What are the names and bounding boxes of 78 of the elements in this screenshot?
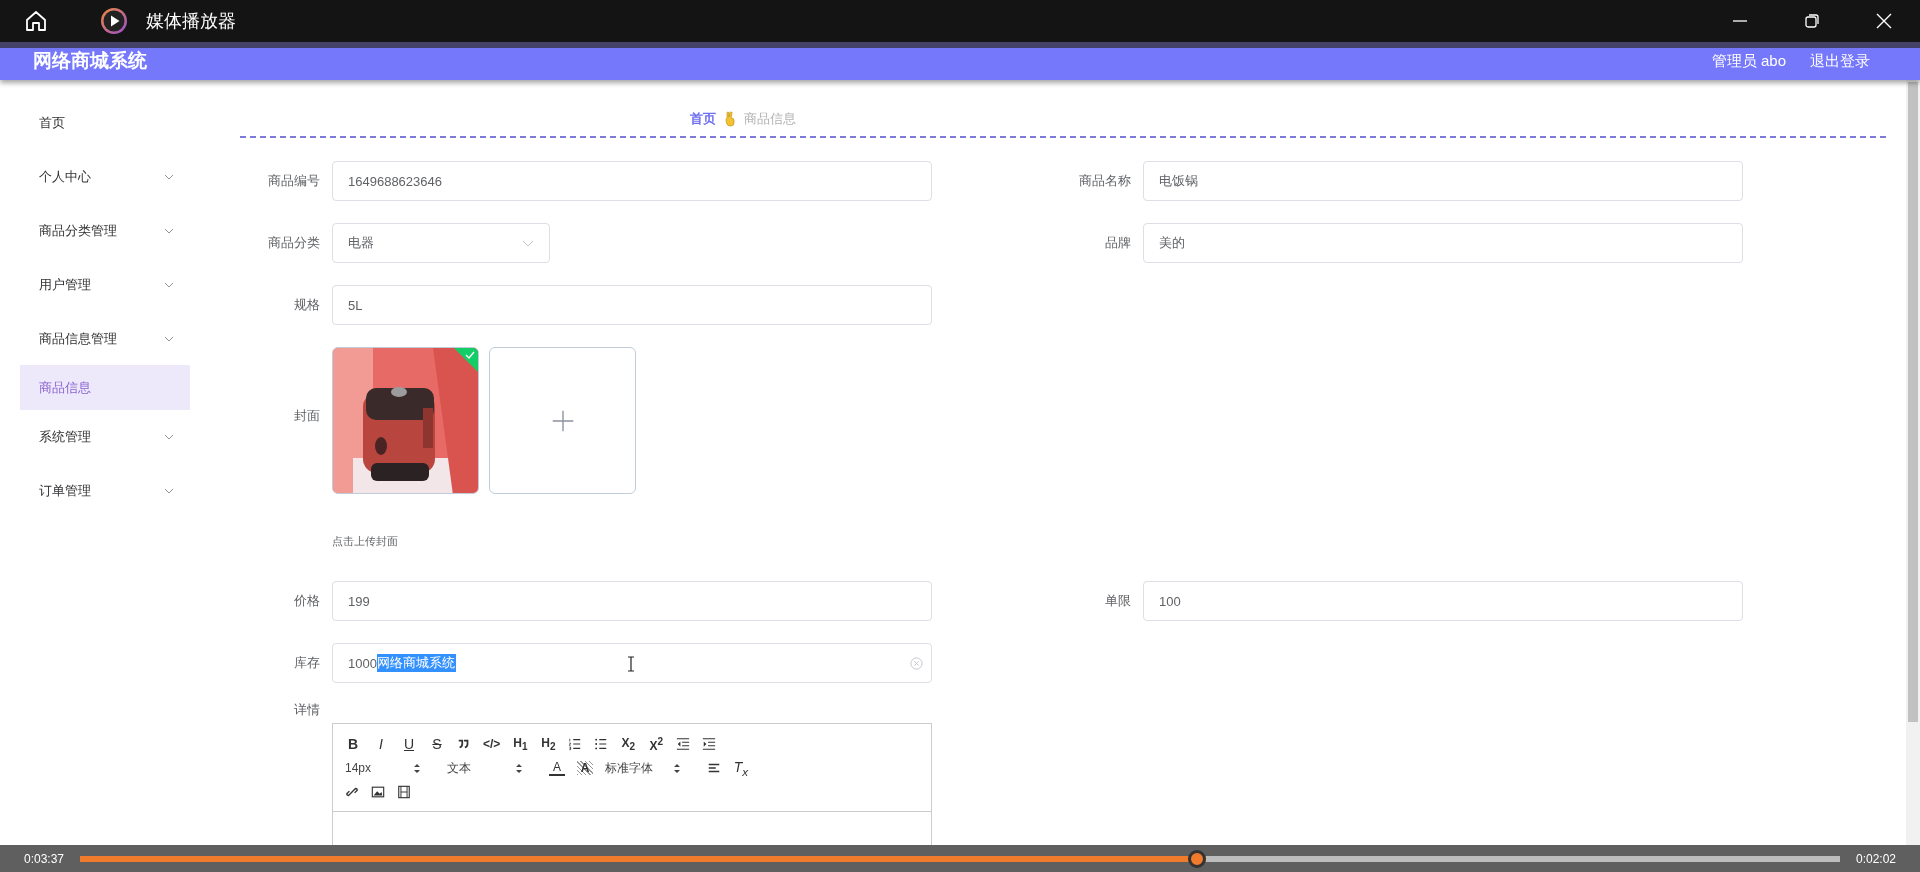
toolbar-select[interactable]: 标准字体 bbox=[605, 759, 681, 777]
field-label: 详情 bbox=[293, 701, 321, 719]
image-icon[interactable] bbox=[371, 785, 385, 799]
chevron-icon bbox=[164, 487, 174, 494]
chevron-icon bbox=[164, 227, 174, 234]
upload-tile[interactable] bbox=[489, 347, 636, 494]
updown-icon bbox=[515, 762, 523, 774]
text-color-button[interactable]: A bbox=[549, 760, 565, 776]
field-label: 规格 bbox=[293, 296, 321, 314]
indent-icon[interactable] bbox=[702, 737, 717, 751]
field-label: 商品编号 bbox=[267, 172, 321, 190]
format-button[interactable]: H$_{2}$ bbox=[540, 735, 557, 753]
format-button[interactable]: </> bbox=[483, 737, 501, 751]
upload-hint: 点击上传封面 bbox=[332, 534, 399, 549]
sidebar-item[interactable]: 个人中心 bbox=[20, 154, 190, 199]
outdent-icon[interactable] bbox=[676, 737, 691, 751]
elapsed-time: 0:03:37 bbox=[24, 851, 65, 866]
scrollbar-thumb[interactable] bbox=[1908, 82, 1918, 722]
field-label: 封面 bbox=[293, 407, 321, 425]
format-button[interactable]: B bbox=[345, 736, 361, 752]
format-button[interactable]: X$_{2}$ bbox=[620, 735, 637, 753]
field-label: 商品分类 bbox=[267, 234, 321, 252]
toolbar-select[interactable]: 14px bbox=[345, 761, 421, 775]
home-icon[interactable] bbox=[24, 9, 48, 33]
sidebar-item[interactable]: 订单管理 bbox=[20, 468, 190, 513]
chevron-icon bbox=[522, 239, 534, 247]
format-button[interactable]: T$_{x}$ bbox=[733, 758, 749, 778]
breadcrumb-item[interactable]: 首页 bbox=[690, 110, 716, 128]
bullet-list-icon[interactable] bbox=[594, 737, 609, 751]
field-label: 价格 bbox=[293, 592, 321, 610]
restore-icon[interactable] bbox=[1804, 13, 1820, 29]
sidebar-item[interactable]: 商品分类管理 bbox=[20, 208, 190, 253]
app-title: 网络商城系统 bbox=[33, 49, 147, 73]
format-button[interactable]: I bbox=[373, 736, 389, 752]
breadcrumb-item: 商品信息 bbox=[744, 110, 796, 128]
input-field[interactable]: 电饭锅 bbox=[1143, 161, 1743, 201]
hand-icon bbox=[724, 111, 736, 127]
chevron-icon bbox=[164, 433, 174, 440]
field-label: 品牌 bbox=[1104, 234, 1132, 252]
field-label: 库存 bbox=[293, 654, 321, 672]
sidebar-item[interactable]: 商品信息 bbox=[20, 365, 190, 410]
format-button[interactable]: H$_{1}$ bbox=[512, 735, 529, 753]
input-field[interactable]: 1649688623646 bbox=[332, 161, 932, 201]
text-cursor-icon bbox=[627, 656, 635, 672]
sidebar-item[interactable]: 系统管理 bbox=[20, 414, 190, 459]
user-name: 管理员 abo bbox=[1711, 51, 1786, 71]
chevron-icon bbox=[164, 281, 174, 288]
input-field[interactable]: 美的 bbox=[1143, 223, 1743, 263]
chevron-icon bbox=[164, 173, 174, 180]
format-button[interactable]: U bbox=[401, 736, 417, 752]
sidebar-item[interactable]: 首页 bbox=[20, 100, 190, 145]
select-field[interactable]: 电器 bbox=[332, 223, 550, 263]
updown-icon bbox=[413, 762, 421, 774]
quote-icon[interactable] bbox=[457, 737, 471, 751]
field-label: 单限 bbox=[1104, 592, 1132, 610]
format-button[interactable]: S bbox=[429, 736, 445, 752]
sidebar-item[interactable]: 商品信息管理 bbox=[20, 316, 190, 361]
play-logo-icon bbox=[100, 7, 128, 35]
film-icon[interactable] bbox=[397, 785, 411, 799]
updown-icon bbox=[673, 762, 681, 774]
toolbar-select[interactable]: 文本 bbox=[447, 759, 523, 777]
align-left-icon[interactable] bbox=[707, 761, 721, 775]
input-field[interactable]: 100 bbox=[1143, 581, 1743, 621]
background-color-button[interactable]: A bbox=[577, 761, 593, 775]
input-field[interactable]: 5L bbox=[332, 285, 932, 325]
field-label: 商品名称 bbox=[1078, 172, 1132, 190]
plus-icon bbox=[550, 408, 575, 433]
logout-link[interactable]: 退出登录 bbox=[1810, 48, 1870, 74]
remaining-time: 0:02:02 bbox=[1855, 851, 1896, 866]
input-field[interactable]: 199 bbox=[332, 581, 932, 621]
sidebar-item[interactable]: 用户管理 bbox=[20, 262, 190, 307]
close-icon[interactable] bbox=[1876, 13, 1892, 29]
link-icon[interactable] bbox=[345, 785, 359, 799]
scrollbar[interactable] bbox=[1906, 80, 1920, 845]
chevron-icon bbox=[164, 335, 174, 342]
numbered-list-icon[interactable] bbox=[568, 737, 583, 751]
format-button[interactable]: X$^{2}$ bbox=[648, 735, 665, 753]
window-title: 媒体播放器 bbox=[146, 10, 236, 33]
